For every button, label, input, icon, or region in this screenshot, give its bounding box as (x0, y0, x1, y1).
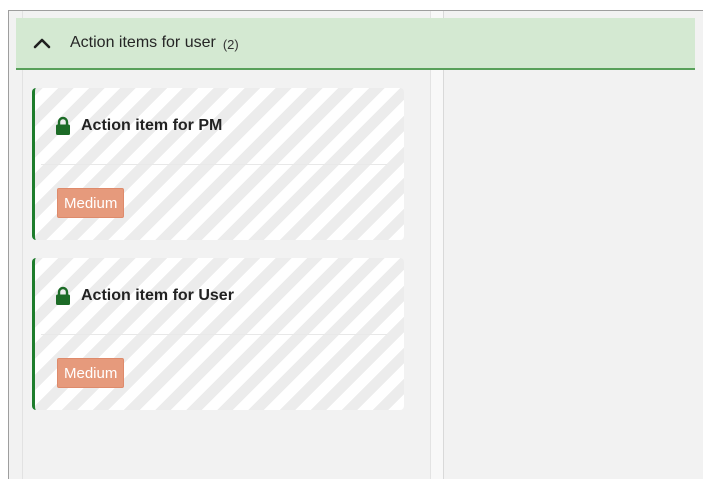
action-item-card[interactable]: Action item for User Medium (32, 258, 404, 410)
card-title[interactable]: Action item for PM (81, 117, 222, 135)
priority-badge: Medium (57, 358, 125, 388)
action-items-group-header[interactable]: Action items for user (2) (16, 18, 695, 70)
chevron-up-icon[interactable] (30, 31, 54, 55)
card-title[interactable]: Action item for User (81, 287, 234, 305)
column-edge (22, 11, 23, 479)
card-title-row: Action item for User (55, 286, 234, 306)
action-item-card[interactable]: Action item for PM Medium (32, 88, 404, 240)
priority-badge: Medium (57, 188, 125, 218)
card-separator (41, 164, 387, 165)
lock-icon (56, 116, 70, 135)
column-divider (430, 11, 444, 479)
group-title: Action items for user (70, 34, 216, 51)
card-separator (41, 334, 387, 335)
card-title-row: Action item for PM (55, 116, 222, 136)
group-count: (2) (222, 36, 239, 52)
lock-icon (56, 286, 70, 305)
